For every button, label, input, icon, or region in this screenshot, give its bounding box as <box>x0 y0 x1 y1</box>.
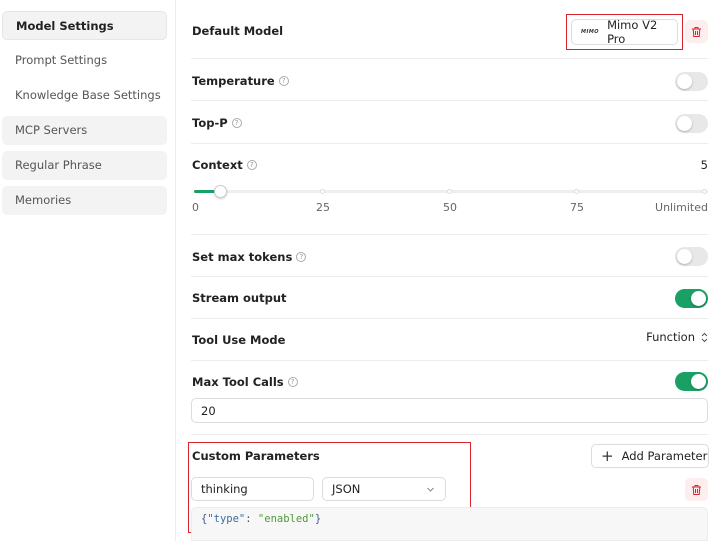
remove-default-model-button[interactable] <box>685 20 708 43</box>
add-parameter-button[interactable]: + Add Parameter <box>591 444 709 468</box>
trash-icon <box>692 484 701 495</box>
context-tick-label: 75 <box>570 201 584 214</box>
tool-use-mode-value: Function <box>646 330 695 344</box>
parameter-name-value: thinking <box>201 482 248 496</box>
json-brace: } <box>314 513 322 525</box>
plus-icon: + <box>601 446 614 465</box>
max-tool-calls-label: Max Tool Calls ? <box>192 375 298 389</box>
max-tokens-label-text: Set max tokens <box>192 250 293 264</box>
context-value: 5 <box>700 158 708 172</box>
sidebar-item-mcp-servers[interactable]: MCP Servers <box>2 116 167 145</box>
slider-mark <box>447 189 452 194</box>
divider <box>191 234 708 235</box>
divider <box>191 318 708 319</box>
sidebar-item-knowledge-base-settings[interactable]: Knowledge Base Settings <box>2 81 167 110</box>
json-key: "type" <box>207 513 246 525</box>
divider <box>191 360 708 361</box>
divider <box>191 143 708 144</box>
context-tick-label: 50 <box>443 201 457 214</box>
help-icon[interactable]: ? <box>246 160 257 170</box>
help-icon[interactable]: ? <box>296 252 307 262</box>
stream-output-label-text: Stream output <box>192 291 287 305</box>
default-model-label-text: Default Model <box>192 24 284 38</box>
custom-parameters-label: Custom Parameters <box>192 449 320 463</box>
context-slider-handle[interactable] <box>214 185 227 198</box>
divider <box>191 276 708 277</box>
top-p-label-text: Top-P <box>192 116 228 130</box>
json-value: "enabled" <box>257 513 315 525</box>
model-settings-panel: Default Model MIMO Mimo V2 Pro Temperatu… <box>176 0 722 541</box>
sidebar-item-prompt-settings[interactable]: Prompt Settings <box>2 46 167 75</box>
stream-output-label: Stream output <box>192 291 287 305</box>
slider-mark <box>702 189 707 194</box>
temperature-label: Temperature ? <box>192 74 289 88</box>
max-tool-calls-toggle[interactable] <box>675 372 708 391</box>
toggle-knob <box>691 291 706 306</box>
parameter-type-value: JSON <box>332 482 361 496</box>
parameter-json-editor[interactable]: {"type": "enabled"} <box>191 507 708 541</box>
model-logo-icon: MIMO <box>581 29 600 35</box>
sidebar-item-regular-phrase[interactable]: Regular Phrase <box>2 151 167 180</box>
trash-icon <box>692 26 701 37</box>
help-icon[interactable]: ? <box>287 377 298 387</box>
context-label: Context ? <box>192 158 257 172</box>
settings-sidebar: Model Settings Prompt Settings Knowledge… <box>0 0 175 541</box>
divider <box>191 58 708 59</box>
slider-mark <box>574 189 579 194</box>
app-root: Model Settings Prompt Settings Knowledge… <box>0 0 722 541</box>
default-model-name: Mimo V2 Pro <box>607 18 658 46</box>
max-tokens-label: Set max tokens ? <box>192 250 307 264</box>
up-down-chevron-icon <box>701 332 708 342</box>
top-p-toggle[interactable] <box>675 114 708 133</box>
parameter-name-input[interactable]: thinking <box>191 477 314 501</box>
max-tokens-toggle[interactable] <box>675 247 708 266</box>
temperature-toggle[interactable] <box>675 72 708 91</box>
custom-parameters-label-text: Custom Parameters <box>192 449 320 463</box>
sidebar-item-model-settings[interactable]: Model Settings <box>2 11 167 40</box>
divider <box>191 100 708 101</box>
context-tick-label: 0 <box>192 201 199 214</box>
max-tool-calls-input-value: 20 <box>201 403 216 418</box>
context-tick-label: Unlimited <box>655 201 708 214</box>
parameter-type-select[interactable]: JSON <box>322 477 446 501</box>
json-colon: : <box>245 513 258 525</box>
max-tool-calls-label-text: Max Tool Calls <box>192 375 284 389</box>
add-parameter-label: Add Parameter <box>621 449 708 463</box>
tool-use-mode-label-text: Tool Use Mode <box>192 333 286 347</box>
tool-use-mode-select[interactable]: Function <box>646 330 708 344</box>
help-icon[interactable]: ? <box>278 76 289 86</box>
stream-output-toggle[interactable] <box>675 289 708 308</box>
top-p-label: Top-P ? <box>192 116 242 130</box>
toggle-knob <box>677 249 692 264</box>
toggle-knob <box>677 116 692 131</box>
divider <box>191 434 708 435</box>
help-icon[interactable]: ? <box>231 118 242 128</box>
tool-use-mode-label: Tool Use Mode <box>192 333 285 347</box>
toggle-knob <box>677 74 692 89</box>
default-model-label: Default Model <box>192 24 283 38</box>
context-label-text: Context <box>192 158 243 172</box>
sidebar-item-memories[interactable]: Memories <box>2 186 167 215</box>
chevron-down-icon <box>427 487 434 492</box>
slider-mark <box>320 189 325 194</box>
toggle-knob <box>691 374 706 389</box>
temperature-label-text: Temperature <box>192 74 275 88</box>
context-tick-label: 25 <box>316 201 330 214</box>
max-tool-calls-input[interactable]: 20 <box>191 398 708 423</box>
remove-parameter-button[interactable] <box>685 478 708 501</box>
default-model-highlight: MIMO Mimo V2 Pro <box>566 14 683 50</box>
default-model-select-button[interactable]: MIMO Mimo V2 Pro <box>571 18 678 46</box>
